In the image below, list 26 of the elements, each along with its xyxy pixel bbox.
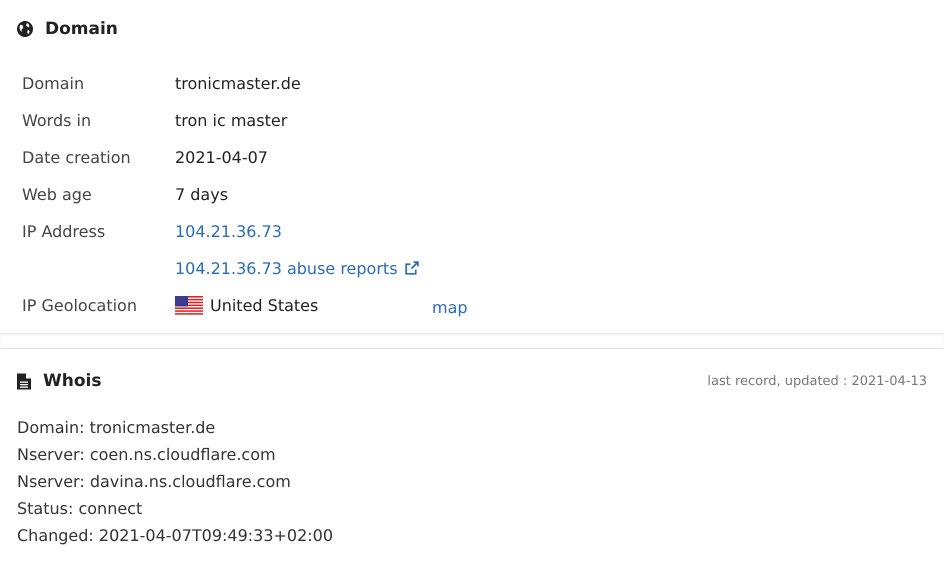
flag-icon [175,296,203,316]
field-label: Words in [22,111,92,130]
section-title: Domain [45,19,118,39]
field-label: Date creation [22,148,131,167]
external-link-icon [402,260,420,277]
field-label: IP Address [22,222,106,241]
whois-line: Status: connect [17,498,144,520]
field-value: 7 days [175,185,228,204]
updated-note: last record, updated : 2021-04-13 [707,374,927,388]
globe-icon [17,21,33,37]
map-link[interactable]: map [432,298,468,317]
field-label: Domain [22,74,84,93]
whois-line: Nserver: davina.ns.cloudflare.com [17,471,292,493]
country-name: United States [210,296,320,315]
section-title: Whois [43,371,102,391]
field-value: tronicmaster.de [175,74,301,93]
whois-line: Nserver: coen.ns.cloudflare.com [17,444,277,466]
field-label: IP Geolocation [22,296,137,315]
field-value: tron ic master [175,111,288,130]
document-icon [17,372,31,390]
whois-line: Changed: 2021-04-07T09:49:33+02:00 [17,525,334,547]
abuse-reports-link[interactable]: 104.21.36.73 abuse reports [175,259,420,278]
field-label: Web age [22,185,92,204]
whois-line: Domain: tronicmaster.de [17,417,216,439]
field-value: 2021-04-07 [175,148,268,167]
ip-link[interactable]: 104.21.36.73 [175,222,282,241]
